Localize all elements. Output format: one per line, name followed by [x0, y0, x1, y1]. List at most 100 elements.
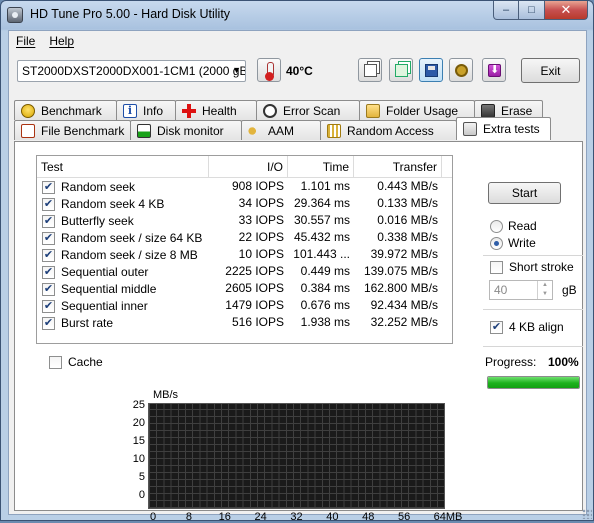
- download-arrow-icon: [488, 63, 501, 77]
- graph-y-unit: MB/s: [153, 389, 179, 401]
- short-stroke-size-input[interactable]: 40 ▲ ▼: [489, 280, 553, 300]
- short-stroke-row[interactable]: Short stroke: [490, 260, 574, 274]
- table-row[interactable]: ✔ Butterfly seek 33 IOPS 30.557 ms 0.016 MB/…: [37, 212, 452, 229]
- options-button[interactable]: [449, 58, 473, 82]
- maximize-button[interactable]: □: [519, 1, 545, 20]
- short-stroke-size-value: 40: [494, 283, 508, 297]
- cache-checkbox-row[interactable]: Cache: [49, 355, 103, 369]
- cell-io: 1479 IOPS: [225, 298, 284, 312]
- menu-file[interactable]: File: [9, 31, 42, 51]
- align-4kb-row[interactable]: ✔ 4 KB align: [490, 320, 564, 334]
- tab-file-benchmark[interactable]: File Benchmark: [14, 120, 131, 140]
- cell-time: 0.384 ms: [300, 281, 350, 295]
- table-row[interactable]: ✔ Random seek 4 KB 34 IOPS 29.364 ms 0.133 M…: [37, 195, 452, 212]
- tab-label: Error Scan: [283, 103, 341, 118]
- tab-label: Health: [202, 103, 237, 118]
- row-checkbox[interactable]: ✔: [42, 316, 55, 330]
- table-row[interactable]: ✔ Random seek / size 64 KB 22 IOPS 45.432 m…: [37, 229, 452, 246]
- cell-time: 1.101 ms: [300, 179, 350, 193]
- align-4kb-label: 4 KB align: [509, 320, 564, 334]
- x-tick-label: 24: [254, 511, 267, 523]
- write-option[interactable]: Write: [490, 236, 536, 250]
- resize-grip-icon[interactable]: [582, 509, 592, 519]
- magnifier-icon: [263, 103, 277, 118]
- cell-time: 0.676 ms: [300, 298, 350, 312]
- table-row[interactable]: ✔ Random seek / size 8 MB 10 IOPS 101.443 .…: [37, 246, 452, 263]
- column-header-time[interactable]: Time: [288, 156, 354, 177]
- cell-time: 30.557 ms: [293, 213, 350, 227]
- tab-error-scan[interactable]: Error Scan: [256, 100, 360, 120]
- exit-button[interactable]: Exit: [521, 58, 580, 83]
- tab-benchmark[interactable]: Benchmark: [14, 100, 117, 120]
- minimize-icon: –: [502, 4, 510, 16]
- tab-label: Info: [143, 103, 164, 118]
- align-4kb-checkbox[interactable]: ✔: [490, 320, 503, 334]
- cell-time: 1.938 ms: [300, 315, 350, 329]
- table-row[interactable]: ✔ Burst rate 516 IOPS 1.938 ms 32.252 MB/s: [37, 314, 452, 331]
- write-radio[interactable]: [490, 236, 503, 250]
- short-stroke-checkbox[interactable]: [490, 260, 503, 274]
- caption-buttons: – □ ✕: [493, 1, 588, 20]
- y-tick-label: 25: [132, 399, 145, 411]
- table-row[interactable]: ✔ Sequential outer 2225 IOPS 0.449 ms 139.07…: [37, 263, 452, 280]
- table-header: Test I/O Time Transfer: [37, 156, 452, 178]
- read-option[interactable]: Read: [490, 219, 537, 233]
- cell-time: 101.443 ...: [293, 247, 350, 261]
- gear-icon: [455, 64, 468, 77]
- test-name: Random seek 4 KB: [61, 197, 165, 211]
- close-button[interactable]: ✕: [545, 1, 588, 20]
- cell-time: 29.364 ms: [293, 196, 350, 210]
- column-header-transfer[interactable]: Transfer: [354, 156, 442, 177]
- title-bar[interactable]: HD Tune Pro 5.00 - Hard Disk Utility – □…: [1, 1, 593, 29]
- column-header-io[interactable]: I/O: [209, 156, 288, 177]
- row-checkbox[interactable]: ✔: [42, 231, 55, 245]
- table-row[interactable]: ✔ Random seek 908 IOPS 1.101 ms 0.443 MB/s: [37, 178, 452, 195]
- cell-test: ✔ Sequential outer: [37, 263, 209, 280]
- x-tick-label: 16: [218, 511, 231, 523]
- copy-text-button[interactable]: [358, 58, 382, 82]
- cell-test: ✔ Sequential middle: [37, 280, 209, 297]
- progress-value: 100%: [548, 355, 579, 369]
- row-checkbox[interactable]: ✔: [42, 180, 55, 194]
- row-checkbox[interactable]: ✔: [42, 299, 55, 313]
- health-cross-icon: [182, 103, 196, 118]
- table-row[interactable]: ✔ Sequential middle 2605 IOPS 0.384 ms 162.8…: [37, 280, 452, 297]
- tab-aam[interactable]: AAM: [241, 120, 321, 140]
- save-button[interactable]: [419, 58, 443, 82]
- table-row[interactable]: ✔ Sequential inner 1479 IOPS 0.676 ms 92.434…: [37, 297, 452, 314]
- menu-help[interactable]: Help: [42, 31, 81, 51]
- cache-label: Cache: [68, 355, 103, 369]
- drive-select[interactable]: ST2000DXST2000DX001-1CM1 (2000 gB ▼: [17, 60, 246, 82]
- read-radio[interactable]: [490, 219, 503, 233]
- x-tick-label: 48: [362, 511, 375, 523]
- tab-row-bottom: File Benchmark Disk monitor AAM Random A…: [14, 117, 551, 140]
- tab-extra-tests[interactable]: Extra tests: [456, 117, 551, 140]
- row-checkbox[interactable]: ✔: [42, 282, 55, 296]
- minimize-button[interactable]: –: [493, 1, 519, 20]
- tab-disk-monitor[interactable]: Disk monitor: [130, 120, 242, 140]
- short-stroke-unit: gB: [562, 283, 577, 297]
- row-checkbox[interactable]: ✔: [42, 214, 55, 228]
- progress-label: Progress:: [485, 355, 537, 369]
- separator: [483, 346, 583, 347]
- x-tick-label: 40: [326, 511, 339, 523]
- cell-transfer: 0.443 MB/s: [377, 179, 438, 193]
- row-checkbox[interactable]: ✔: [42, 248, 55, 262]
- close-icon: ✕: [560, 2, 572, 17]
- row-checkbox[interactable]: ✔: [42, 197, 55, 211]
- tab-random-access[interactable]: Random Access: [320, 120, 457, 140]
- start-button[interactable]: Start: [488, 182, 561, 204]
- spinner-arrows-icon[interactable]: ▲ ▼: [537, 281, 552, 299]
- copy-screenshot-button[interactable]: [389, 58, 413, 82]
- test-name: Butterfly seek: [61, 214, 134, 228]
- app-window: HD Tune Pro 5.00 - Hard Disk Utility – □…: [0, 0, 594, 523]
- tab-info[interactable]: i Info: [116, 100, 176, 120]
- tab-health[interactable]: Health: [175, 100, 257, 120]
- download-button[interactable]: [482, 58, 506, 82]
- row-checkbox[interactable]: ✔: [42, 265, 55, 279]
- progress-fill: [488, 377, 579, 388]
- extra-tests-icon: [463, 122, 477, 136]
- x-tick-label: 32: [290, 511, 303, 523]
- cache-checkbox[interactable]: [49, 355, 62, 369]
- column-header-test[interactable]: Test: [37, 156, 209, 177]
